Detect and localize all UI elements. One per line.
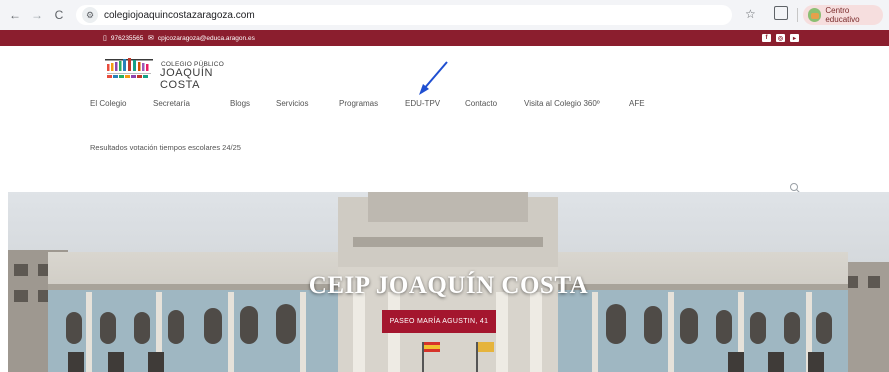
toolbar-divider: [797, 8, 798, 22]
site-info-icon[interactable]: ⚙: [82, 7, 98, 23]
phone-number: 976235565: [110, 34, 144, 42]
logo-title: JOAQUÍN COSTA: [160, 67, 214, 91]
email-address: cpjcozaragoza@educa.aragon.es: [157, 34, 255, 42]
browser-toolbar: ← → C ⚙ colegiojoaquincostazaragoza.com …: [0, 0, 889, 30]
nav-item-blogs[interactable]: Blogs: [230, 99, 250, 108]
nav-item-servicios[interactable]: Servicios: [276, 99, 308, 108]
forward-arrow-icon[interactable]: →: [28, 6, 46, 24]
extensions-icon[interactable]: [774, 6, 788, 20]
site-logo[interactable]: COLEGIO PÚBLICO JOAQUÍN COSTA: [103, 53, 251, 91]
bookmark-star-icon[interactable]: ☆: [745, 7, 756, 21]
instagram-icon[interactable]: ◎: [776, 34, 785, 42]
topbar-phone[interactable]: ▯ 976235565: [103, 30, 143, 46]
nav-item-secretaria[interactable]: Secretaría: [153, 99, 190, 108]
profile-avatar: [808, 8, 822, 22]
address-button[interactable]: PASEO MARÍA AGUSTIN, 41: [382, 310, 496, 333]
school-logo-icon: [105, 58, 153, 78]
nav-item-programas[interactable]: Programas: [339, 99, 378, 108]
nav-item-contacto[interactable]: Contacto: [465, 99, 497, 108]
youtube-icon[interactable]: ▸: [790, 34, 799, 42]
back-arrow-icon[interactable]: ←: [6, 6, 24, 24]
envelope-icon: ✉: [148, 35, 154, 42]
hero-banner: CEIP JOAQUÍN COSTA PASEO MARÍA AGUSTIN, …: [8, 192, 889, 372]
facebook-icon[interactable]: f: [762, 34, 771, 42]
reload-icon[interactable]: C: [50, 6, 68, 24]
profile-label: Centro educativo: [825, 6, 860, 24]
hero-title: CEIP JOAQUÍN COSTA: [308, 272, 589, 299]
nav-item-afe[interactable]: AFE: [629, 99, 645, 108]
phone-icon: ▯: [103, 35, 107, 42]
address-bar[interactable]: ⚙ colegiojoaquincostazaragoza.com: [76, 5, 732, 25]
nav-item-edu-tpv[interactable]: EDU-TPV: [405, 99, 440, 108]
subnav-results-link[interactable]: Resultados votación tiempos escolares 24…: [90, 143, 241, 152]
annotation-arrow-icon: [419, 61, 448, 95]
profile-button[interactable]: Centro educativo: [803, 5, 883, 25]
topbar-email[interactable]: ✉ cpjcozaragoza@educa.aragon.es: [148, 30, 255, 46]
nav-item-el-colegio[interactable]: El Colegio: [90, 99, 126, 108]
nav-item-visita-360[interactable]: Visita al Colegio 360º: [524, 99, 600, 108]
address-url[interactable]: colegiojoaquincostazaragoza.com: [104, 10, 255, 21]
contact-topbar: ▯ 976235565 ✉ cpjcozaragoza@educa.aragon…: [0, 30, 889, 46]
